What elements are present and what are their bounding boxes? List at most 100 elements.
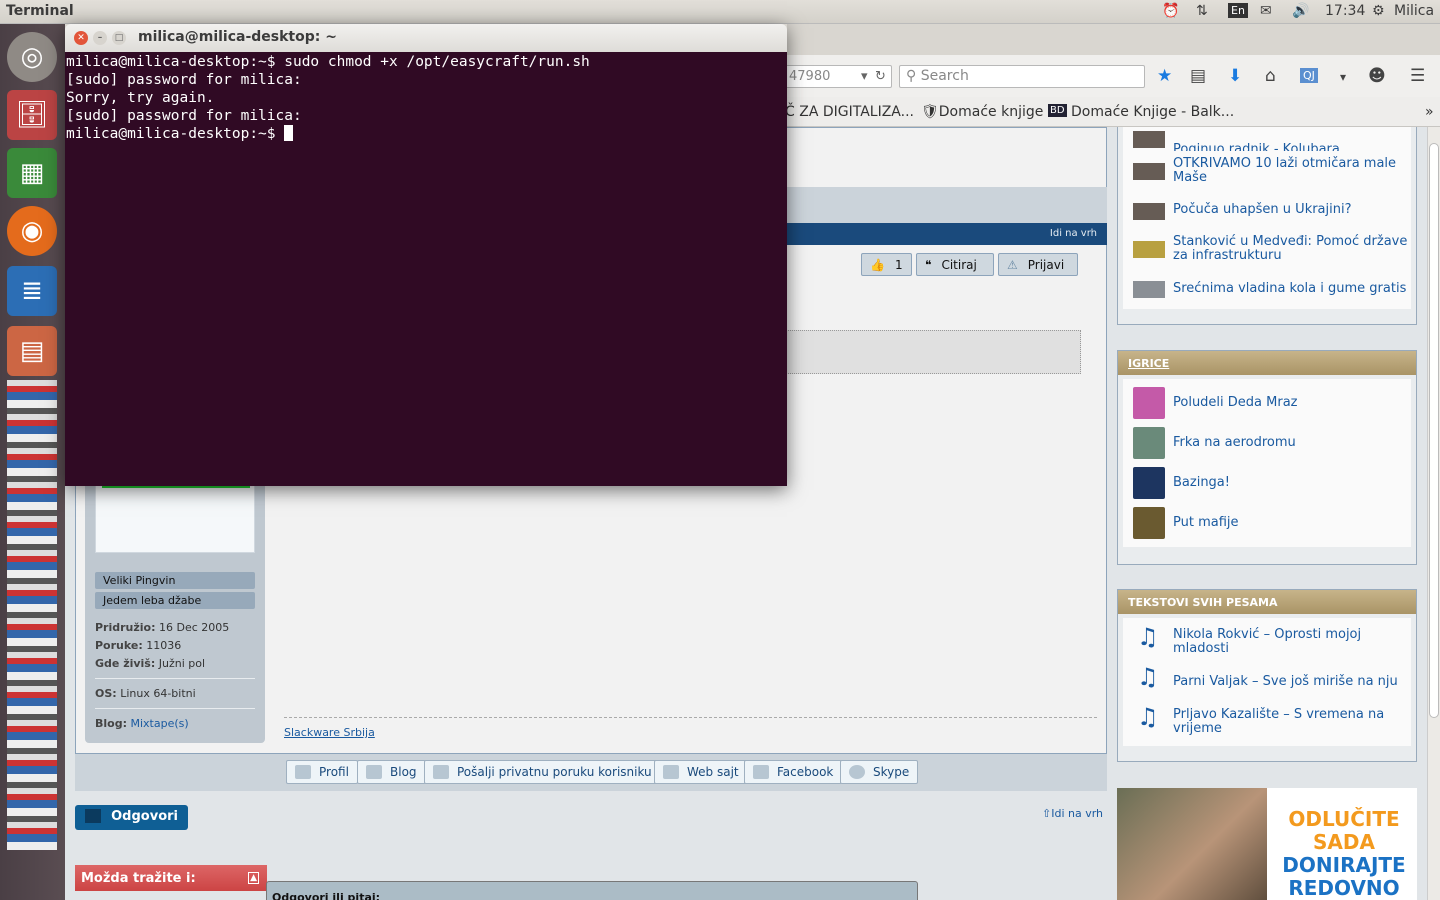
lyrics-item[interactable]: ♫ Prljavo Kazalište – S vremena na vrijem… [1123,702,1411,742]
profile-button[interactable]: Profil [286,760,358,784]
terminal-titlebar[interactable]: ✕ – □ milica@milica-desktop: ~ [65,24,787,52]
blog-button[interactable]: Blog [357,760,426,784]
rss-icon [366,765,382,779]
maximize-icon[interactable]: □ [112,31,126,45]
game-thumbnail [1133,387,1165,419]
qj-addon-icon[interactable]: QJ [1300,68,1318,83]
bookmarks-overflow[interactable]: » [1425,104,1434,120]
lyrics-item[interactable]: ♫ Nikola Rokvić – Oprosti mojoj mladosti [1123,622,1411,662]
terminal-line: [sudo] password for milica: [66,108,302,124]
volume-icon[interactable]: 🔊 [1292,3,1309,19]
signature-link[interactable]: Slackware Srbija [284,726,375,739]
game-item[interactable]: Put mafije [1123,503,1411,543]
signature-divider [284,717,1097,718]
game-thumbnail [1133,467,1165,499]
lyrics-item[interactable]: ♫ Parni Valjak – Sve još miriše na nju [1123,662,1411,702]
terminal-output[interactable]: milica@milica-desktop:~$ sudo chmod +x /… [65,52,787,486]
chat-icon[interactable]: ☻ [1368,66,1386,86]
user-name[interactable]: Milica [1394,3,1434,19]
game-item[interactable]: Poludeli Deda Mraz [1123,383,1411,423]
alarm-clock-icon[interactable]: ⏰ [1162,3,1179,19]
music-note-icon: ♫ [1137,623,1159,651]
report-button[interactable]: ⚠ Prijavi [998,253,1078,276]
keyboard-layout-indicator[interactable]: En [1228,3,1248,18]
divider [95,708,255,709]
news-item[interactable]: Stanković u Medveđi: Pomoć države za inf… [1123,229,1411,269]
scrollbar-thumb[interactable] [1429,143,1439,718]
news-thumbnail [1133,203,1165,220]
search-input[interactable]: ⚲ Search [899,65,1145,88]
envelope-icon [433,765,449,779]
home-icon[interactable]: ⌂ [1265,66,1276,86]
music-note-icon: ♫ [1137,663,1159,691]
location-info: Gde živiš: Južni pol [95,657,206,670]
launcher: ◎ 🗄 ▦ ◉ ≣ ▤ [0,24,65,900]
firefox-icon[interactable]: ◉ [7,206,57,256]
minimize-icon[interactable]: – [93,31,107,45]
url-text: 47980 [789,69,831,84]
quote-button[interactable]: ❝ Citiraj [916,253,994,276]
private-message-button[interactable]: Pošalji privatnu poruku korisniku [424,760,661,784]
games-panel: IGRICE Poludeli Deda Mraz Frka na aerodr… [1117,350,1417,565]
skype-button[interactable]: Skype [840,760,919,784]
active-app-title: Terminal [6,3,74,19]
collapse-icon[interactable]: ▲ [248,872,259,884]
profile-icon [295,765,311,779]
bookmark-star-icon[interactable]: ★ [1157,66,1172,86]
terminal-window[interactable]: ✕ – □ milica@milica-desktop: ~ milica@mi… [65,24,787,486]
search-icon: ⚲ [906,68,921,84]
addon-dropdown-icon[interactable]: ▾ [1340,70,1346,84]
blog-info: Blog: Mixtape(s) [95,717,189,730]
mail-icon[interactable]: ✉ [1260,3,1272,19]
ubuntu-dash-icon[interactable]: ◎ [7,32,57,82]
impress-icon[interactable]: ▤ [7,326,57,376]
writer-icon[interactable]: ≣ [7,266,57,316]
news-thumbnail [1133,241,1165,258]
maybe-also-panel-header[interactable]: Možda tražite i: ▲ [75,865,267,891]
reload-icon[interactable]: ↻ [875,69,886,84]
game-thumbnail [1133,507,1165,539]
reading-list-icon[interactable]: ▤ [1190,66,1206,86]
menu-icon[interactable]: ☰ [1410,66,1425,86]
bookmark-label: Domaće knjige [938,104,1044,120]
facebook-icon [753,765,769,779]
news-panel: Poginuo radnik - Kolubara OTKRIVAMO 10 l… [1117,127,1417,325]
reply-button[interactable]: Odgovori [75,805,188,830]
donation-ad-banner[interactable]: ODLUČITE SADA DONIRAJTE REDOVNO [1117,788,1417,900]
quote-label: Citiraj [941,257,977,272]
go-top-bottom-link[interactable]: ⇧Idi na vrh [1042,807,1103,820]
top-panel: Terminal ⏰ ⇅ En ✉ 🔊 17:34 ⚙ Milica [0,0,1440,24]
network-icon[interactable]: ⇅ [1196,3,1208,19]
joined-info: Pridružio: 16 Dec 2005 [95,621,230,634]
launcher-app-stack[interactable] [7,380,57,850]
game-item[interactable]: Bazinga! [1123,463,1411,503]
page-scrollbar[interactable] [1427,127,1440,900]
www-icon [663,765,679,779]
bookmark-item[interactable]: 🛡Domaće knjige [921,104,1043,120]
report-label: Prijavi [1027,257,1065,272]
lyrics-header[interactable]: TEKSTOVI SVIH PESAMA [1118,590,1416,614]
website-button[interactable]: Web sajt [654,760,748,784]
calc-icon[interactable]: ▦ [7,148,57,198]
session-gear-icon[interactable]: ⚙ [1372,3,1385,19]
terminal-cursor [284,125,294,141]
game-item[interactable]: Frka na aerodromu [1123,423,1411,463]
like-button[interactable]: 👍 1 [861,253,912,276]
news-item[interactable]: Počuča uhapšen u Ukrajini? [1123,191,1411,229]
files-icon[interactable]: 🗄 [7,90,57,140]
close-icon[interactable]: ✕ [74,31,88,45]
skype-icon [849,765,865,779]
url-dropdown-icon[interactable]: ▾ [861,69,868,84]
bookmark-item[interactable]: Domaće Knjige - Balk... [1071,104,1234,120]
user-title: Jedem leba džabe [95,592,255,609]
downloads-icon[interactable]: ⬇ [1228,66,1242,86]
games-header[interactable]: IGRICE [1118,351,1416,375]
quote-box [785,330,1081,374]
news-item[interactable]: Poginuo radnik - Kolubara [1123,127,1411,151]
news-item[interactable]: OTKRIVAMO 10 laži otmičara male Maše [1123,151,1411,191]
news-item[interactable]: Srećnima vladina kola i gume gratis [1123,269,1411,309]
blog-link[interactable]: Mixtape(s) [131,717,189,730]
facebook-button[interactable]: Facebook [744,760,843,784]
bookmark-item[interactable]: Č ZA DIGITALIZA... [785,104,914,120]
clock[interactable]: 17:34 [1325,3,1365,19]
